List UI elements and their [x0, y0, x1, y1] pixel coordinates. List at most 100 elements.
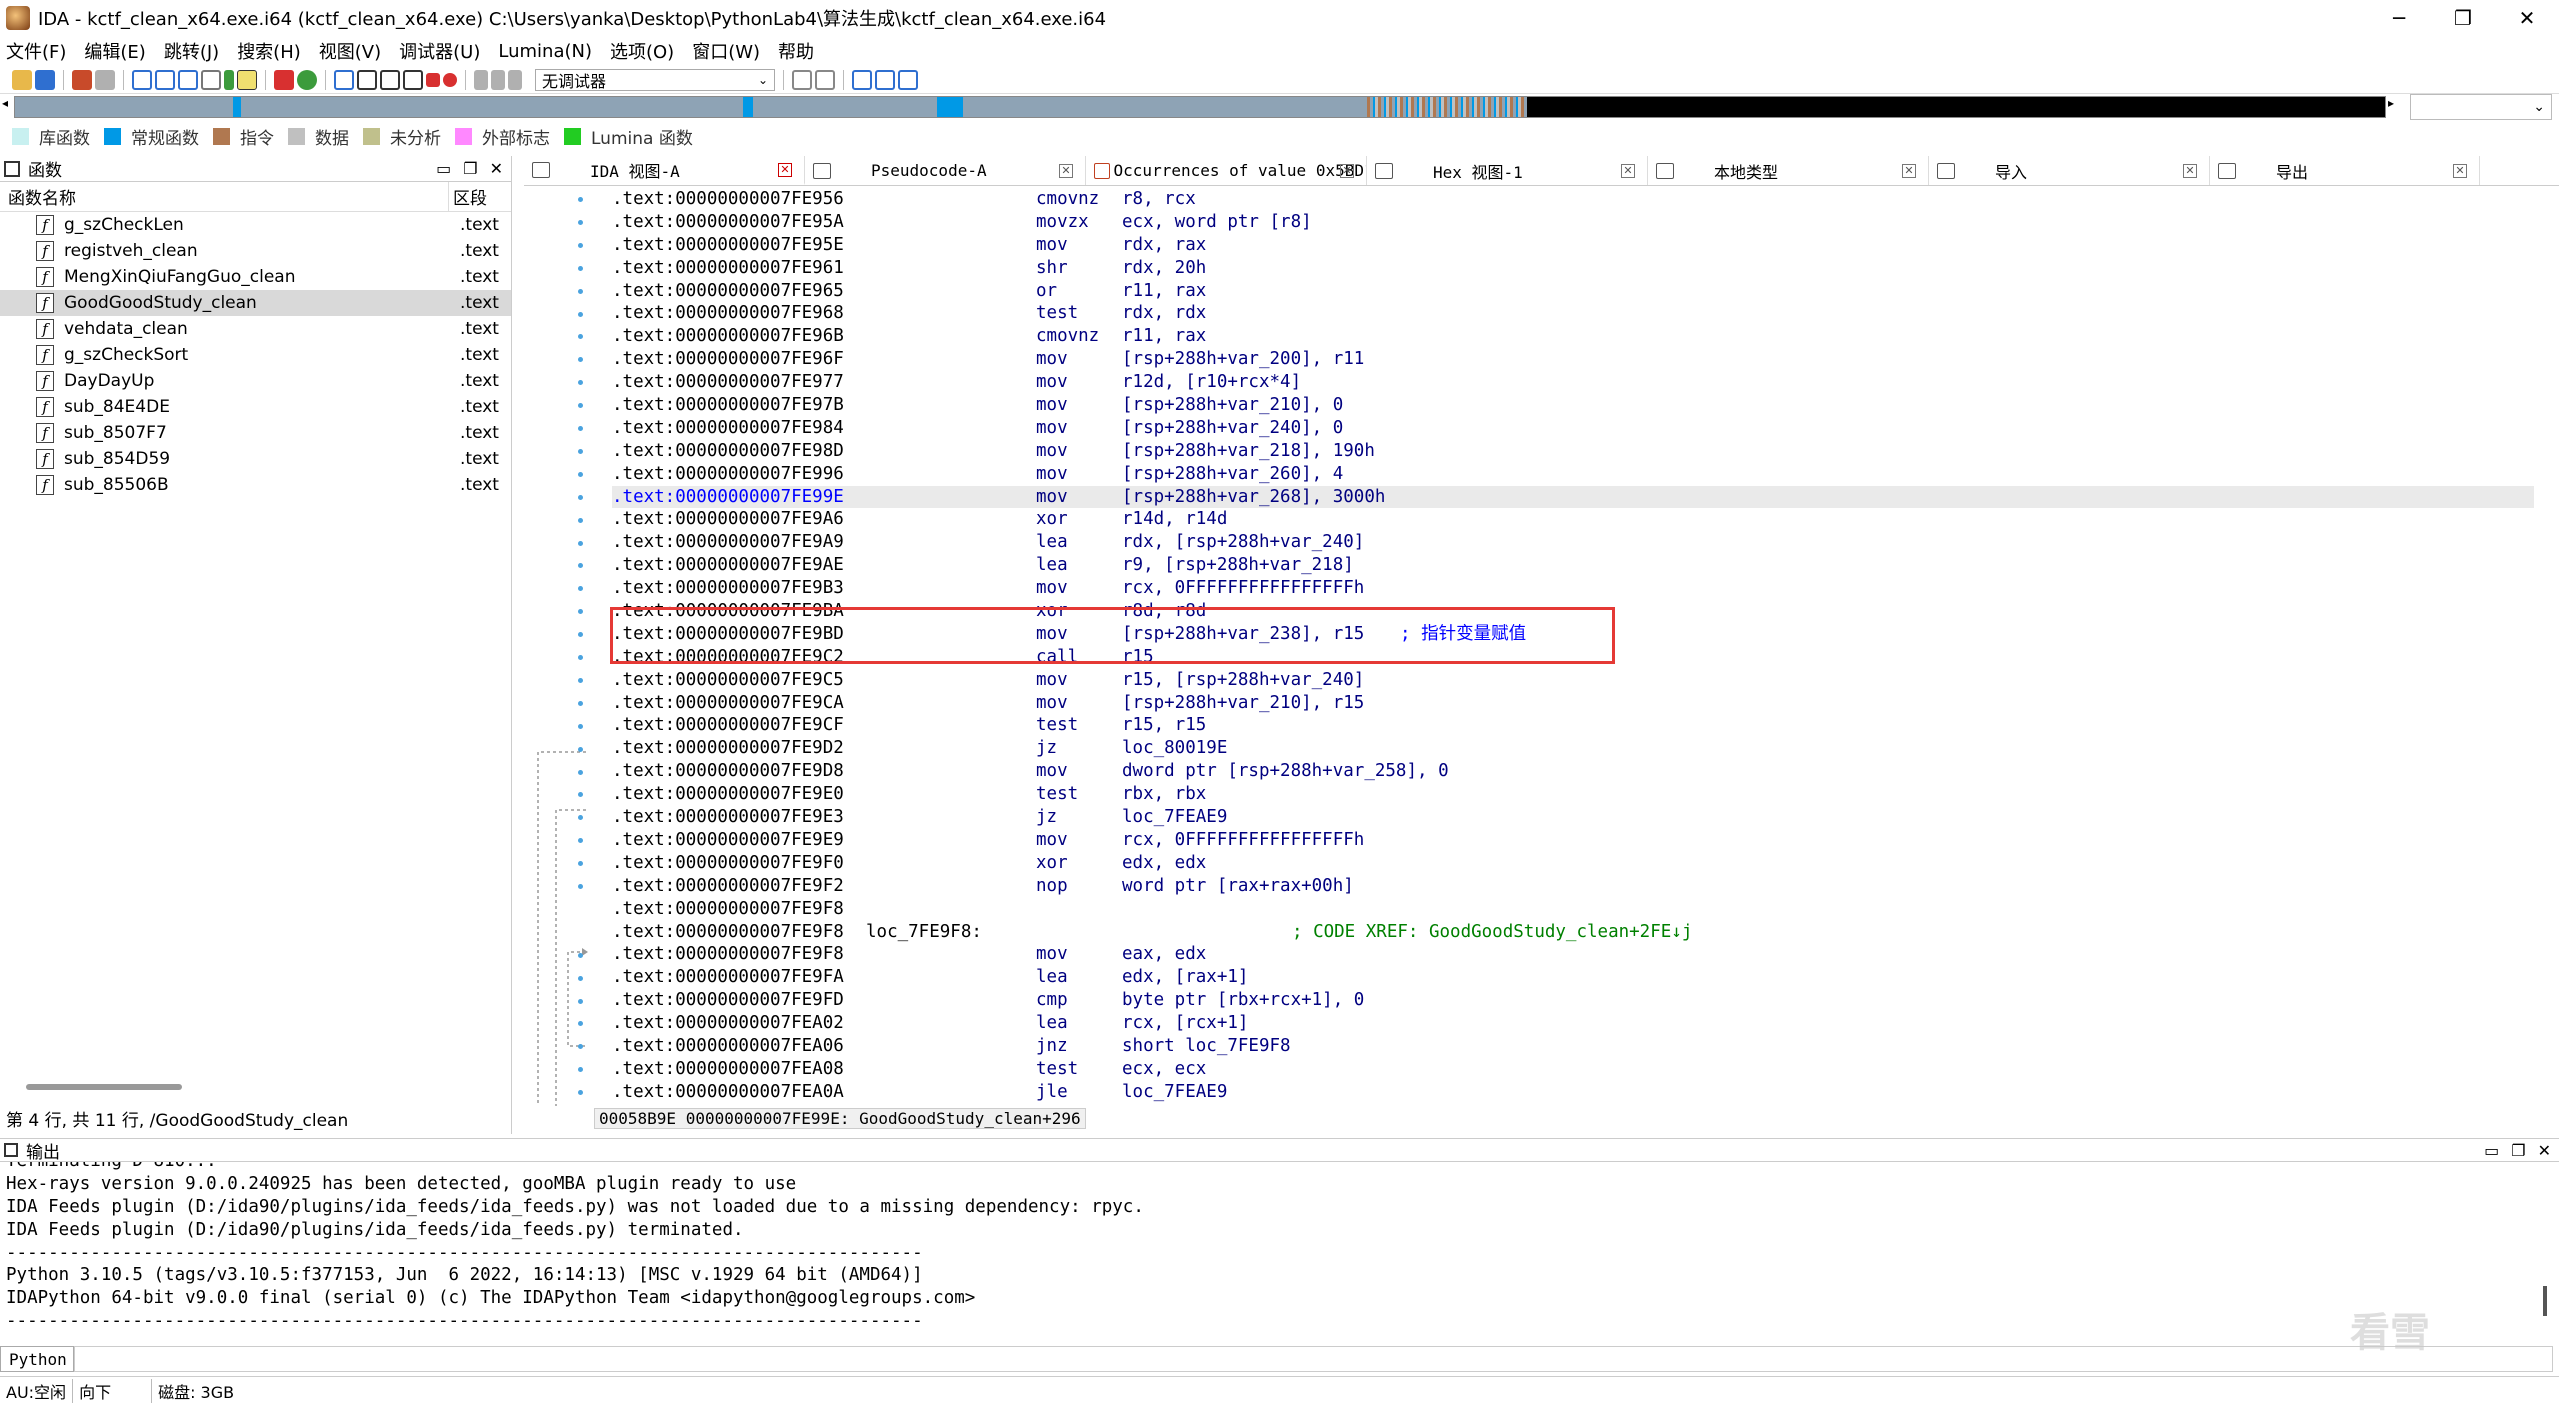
dock-icon[interactable]: ▭	[436, 159, 451, 178]
navband-scroll-left-icon[interactable]: ◂	[2, 96, 12, 118]
function-row[interactable]: f vehdata_clean .text	[0, 316, 511, 342]
function-row[interactable]: f g_szCheckLen .text	[0, 212, 511, 238]
function-row[interactable]: f sub_84E4DE .text	[0, 394, 511, 420]
tab-occurrences[interactable]: Occurrences of value 0x5BD1E995✕	[1086, 156, 1367, 185]
outdent-icon[interactable]	[898, 69, 918, 90]
disasm-operands[interactable]: byte ptr [rbx+rcx+1], 0	[1122, 989, 1364, 1012]
function-row[interactable]: f sub_854D59 .text	[0, 446, 511, 472]
disasm-operands[interactable]: ecx, ecx	[1122, 1058, 1206, 1081]
tab-close-icon[interactable]: ✕	[1902, 163, 1916, 178]
navigation-band[interactable]	[14, 96, 2386, 118]
back-icon[interactable]	[72, 69, 92, 90]
graph-icon[interactable]	[274, 69, 294, 90]
data-icon[interactable]	[357, 69, 377, 90]
disasm-line[interactable]: .text:00000000007FE961 shr rdx, 20h	[612, 257, 2534, 280]
function-row[interactable]: f MengXinQiuFangGuo_clean .text	[0, 264, 511, 290]
disasm-operands[interactable]: [rsp+288h+var_260], 4	[1122, 463, 1343, 486]
function-row[interactable]: f DayDayUp .text	[0, 368, 511, 394]
disasm-line[interactable]: .text:00000000007FE9F8 mov eax, edx	[612, 943, 2534, 966]
disasm-operands[interactable]: rcx, 0FFFFFFFFFFFFFFFFh	[1122, 577, 1364, 600]
disasm-operands[interactable]: r8, rcx	[1122, 188, 1196, 211]
disasm-line[interactable]: .text:00000000007FE9B3 mov rcx, 0FFFFFFFFF…	[612, 577, 2534, 600]
disasm-line[interactable]: .text:00000000007FEA02 lea rcx, [rcx+1]	[612, 1012, 2534, 1035]
find-next-icon[interactable]	[201, 69, 221, 90]
disasm-line[interactable]: .text:00000000007FE9F2 nop word ptr [rax+r…	[612, 875, 2534, 898]
close-icon[interactable]: ✕	[2538, 1141, 2551, 1160]
column-function-name[interactable]: 函数名称	[0, 184, 448, 209]
disasm-operands[interactable]: rdx, rdx	[1122, 302, 1206, 325]
disasm-line[interactable]: .text:00000000007FE9C5 mov r15, [rsp+288h+…	[612, 669, 2534, 692]
indent-icon[interactable]	[875, 69, 895, 90]
menu-jump[interactable]: 跳转(J)	[164, 38, 219, 64]
disasm-operands[interactable]: word ptr [rax+rax+00h]	[1122, 875, 1354, 898]
disasm-operands[interactable]: eax, edx	[1122, 943, 1206, 966]
disasm-operands[interactable]: rcx, 0FFFFFFFFFFFFFFFFh	[1122, 829, 1364, 852]
disasm-line[interactable]: .text:00000000007FE9CA mov [rsp+288h+var_2…	[612, 692, 2534, 715]
functions-horizontal-scrollbar[interactable]	[26, 1084, 182, 1090]
disasm-line[interactable]: .text:00000000007FE9D2 jz loc_80019E	[612, 737, 2534, 760]
disasm-operands[interactable]: r15, [rsp+288h+var_240]	[1122, 669, 1364, 692]
attach-icon[interactable]	[792, 69, 812, 90]
tab-exports[interactable]: 导出 ✕	[2210, 156, 2480, 185]
tab-close-icon[interactable]: ✕	[1621, 163, 1635, 178]
disasm-operands[interactable]: rdx, [rsp+288h+var_240]	[1122, 531, 1364, 554]
save-icon[interactable]	[35, 69, 55, 90]
minimize-button[interactable]: ─	[2367, 0, 2431, 36]
disasm-operands[interactable]: dword ptr [rsp+288h+var_258], 0	[1122, 760, 1449, 783]
float-icon[interactable]: ❐	[2511, 1141, 2525, 1160]
disasm-xref-comment[interactable]: ; CODE XREF: GoodGoodStudy_clean+2FE↓j	[1292, 921, 1692, 944]
tab-imports[interactable]: 导入 ✕	[1929, 156, 2210, 185]
disasm-operands[interactable]: short loc_7FE9F8	[1122, 1035, 1291, 1058]
disasm-line[interactable]: .text:00000000007FE956 cmovnz r8, rcx	[612, 188, 2534, 211]
search-text-icon[interactable]	[155, 69, 175, 90]
tab-close-icon[interactable]: ✕	[2453, 163, 2467, 178]
function-row[interactable]: f sub_8507F7 .text	[0, 420, 511, 446]
tab-close-icon[interactable]: ✕	[1059, 163, 1073, 178]
disasm-line[interactable]: .text:00000000007FE9E0 test rbx, rbx	[612, 783, 2534, 806]
disasm-operands[interactable]: r15, r15	[1122, 714, 1206, 737]
python-language-button[interactable]: Python	[0, 1346, 74, 1372]
tab-close-icon[interactable]: ✕	[2183, 163, 2197, 178]
disasm-line[interactable]: .text:00000000007FE9F8 loc_7FE9F8:; CODE …	[612, 921, 2534, 944]
disasm-operands[interactable]: rbx, rbx	[1122, 783, 1206, 806]
tab-hex-view-1[interactable]: Hex 视图-1 ✕	[1367, 156, 1648, 185]
breakpoint-icon[interactable]	[443, 72, 457, 87]
disasm-operands[interactable]: ecx, word ptr [r8]	[1122, 211, 1312, 234]
disasm-operands[interactable]: [rsp+288h+var_240], 0	[1122, 417, 1343, 440]
forward-icon[interactable]	[95, 69, 115, 90]
navband-scroll-right-icon[interactable]: ▸	[2388, 96, 2400, 118]
stop-icon[interactable]	[426, 72, 440, 87]
disasm-line[interactable]: .text:00000000007FE95E mov rdx, rax	[612, 234, 2534, 257]
disasm-operands[interactable]: r12d, [r10+rcx*4]	[1122, 371, 1301, 394]
menu-windows[interactable]: 窗口(W)	[692, 38, 760, 64]
disasm-line[interactable]: .text:00000000007FE977 mov r12d, [r10+rcx*…	[612, 371, 2534, 394]
function-row[interactable]: f sub_85506B .text	[0, 472, 511, 498]
disasm-operands[interactable]: [rsp+288h+var_218], 190h	[1122, 440, 1375, 463]
green-circle-icon[interactable]	[297, 69, 317, 90]
function-row-selected[interactable]: f GoodGoodStudy_clean .text	[0, 290, 511, 316]
close-icon[interactable]: ✕	[490, 159, 503, 178]
disasm-operands[interactable]: [rsp+288h+var_210], 0	[1122, 394, 1343, 417]
disasm-line[interactable]: .text:00000000007FE965 or r11, rax	[612, 280, 2534, 303]
string-icon[interactable]	[380, 69, 400, 90]
disasm-operands[interactable]: rdx, 20h	[1122, 257, 1206, 280]
disasm-line[interactable]: .text:00000000007FE95A movzx ecx, word ptr…	[612, 211, 2534, 234]
process-icon[interactable]	[815, 69, 835, 90]
tab-pseudocode-a[interactable]: Pseudocode-A ✕	[805, 156, 1086, 185]
disasm-line[interactable]: .text:00000000007FEA06 jnz short loc_7FE9F…	[612, 1035, 2534, 1058]
disasm-operands[interactable]: rcx, [rcx+1]	[1122, 1012, 1248, 1035]
play-icon[interactable]	[474, 69, 488, 90]
disasm-line[interactable]: .text:00000000007FE968 test rdx, rdx	[612, 302, 2534, 325]
disasm-operands[interactable]: loc_80019E	[1122, 737, 1227, 760]
menu-edit[interactable]: 编辑(E)	[84, 38, 145, 64]
jump-icon[interactable]	[224, 69, 234, 90]
stop-debug-icon[interactable]	[508, 69, 522, 90]
navband-combo[interactable]: ⌄	[2410, 94, 2552, 120]
disasm-line[interactable]: .text:00000000007FE9A9 lea rdx, [rsp+288h+…	[612, 531, 2534, 554]
menu-file[interactable]: 文件(F)	[6, 38, 66, 64]
disasm-line[interactable]: .text:00000000007FE9F8	[612, 898, 2534, 921]
disasm-operands[interactable]: r14d, r14d	[1122, 508, 1227, 531]
function-row[interactable]: f registveh_clean .text	[0, 238, 511, 264]
disasm-operands[interactable]: r11, rax	[1122, 280, 1206, 303]
disasm-line[interactable]: .text:00000000007FE9E3 jz loc_7FEAE9	[612, 806, 2534, 829]
